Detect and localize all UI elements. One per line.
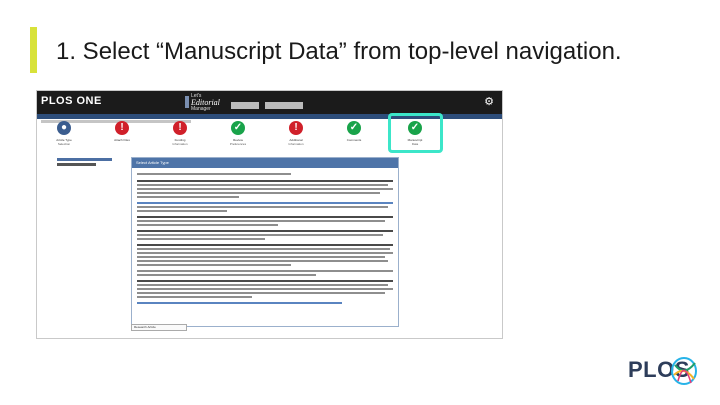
panel-paragraph [137,202,393,214]
editorial-manager-logo: Let's Editorial Manager [185,93,225,112]
step-funding[interactable]: ! Funding Information [157,121,203,149]
top-bar: PLOS ONE Let's Editorial Manager ⚙ [37,91,502,114]
step-additional-information[interactable]: ! Additional Information [273,121,319,149]
article-type-panel: Select Article Type [131,157,399,327]
panel-paragraph [137,244,393,268]
editorial-manager-screenshot: PLOS ONE Let's Editorial Manager ⚙ ● Art… [36,90,503,339]
step-attach-files[interactable]: ! Attach Files [99,121,145,149]
plos-one-logo: PLOS ONE [41,95,102,107]
top-nav-item-1[interactable] [231,102,259,109]
step-comments[interactable]: ✓ Comments [331,121,377,149]
check-icon: ✓ [231,121,245,135]
panel-paragraph [137,173,393,177]
error-icon: ! [173,121,187,135]
step-sublabel: Information [288,142,304,146]
error-icon: ! [289,121,303,135]
panel-paragraph [137,230,393,242]
step-label: Comments [346,138,362,142]
logo-mark-icon [185,96,189,108]
step-sublabel: Information [172,142,188,146]
left-links [57,158,112,168]
panel-paragraph [137,270,393,278]
current-step-icon: ● [57,121,71,135]
manuscript-data-highlight [388,113,443,153]
top-nav-item-2[interactable] [265,102,303,109]
step-article-type[interactable]: ● Article Type Selection [41,121,87,149]
plos-logo-mark-icon [671,357,697,385]
logo-line3: Manager [191,106,211,112]
step-label: Attach Files [114,138,130,142]
left-link[interactable] [57,158,112,161]
error-icon: ! [115,121,129,135]
gear-icon[interactable]: ⚙ [484,95,494,108]
panel-paragraph [137,216,393,228]
plos-logo: PLOS [628,355,698,389]
accent-bar [30,27,37,73]
panel-paragraph [137,302,393,306]
step-sublabel: Selection [57,142,71,146]
panel-paragraph [137,180,393,200]
step-review-preferences[interactable]: ✓ Review Preferences [215,121,261,149]
article-type-select[interactable]: Research Article [131,324,187,331]
check-icon: ✓ [347,121,361,135]
panel-paragraph [137,280,393,300]
panel-header: Select Article Type [132,158,398,168]
left-link[interactable] [57,163,96,166]
step-sublabel: Preferences [229,142,247,146]
slide-title: 1. Select “Manuscript Data” from top-lev… [56,38,622,65]
